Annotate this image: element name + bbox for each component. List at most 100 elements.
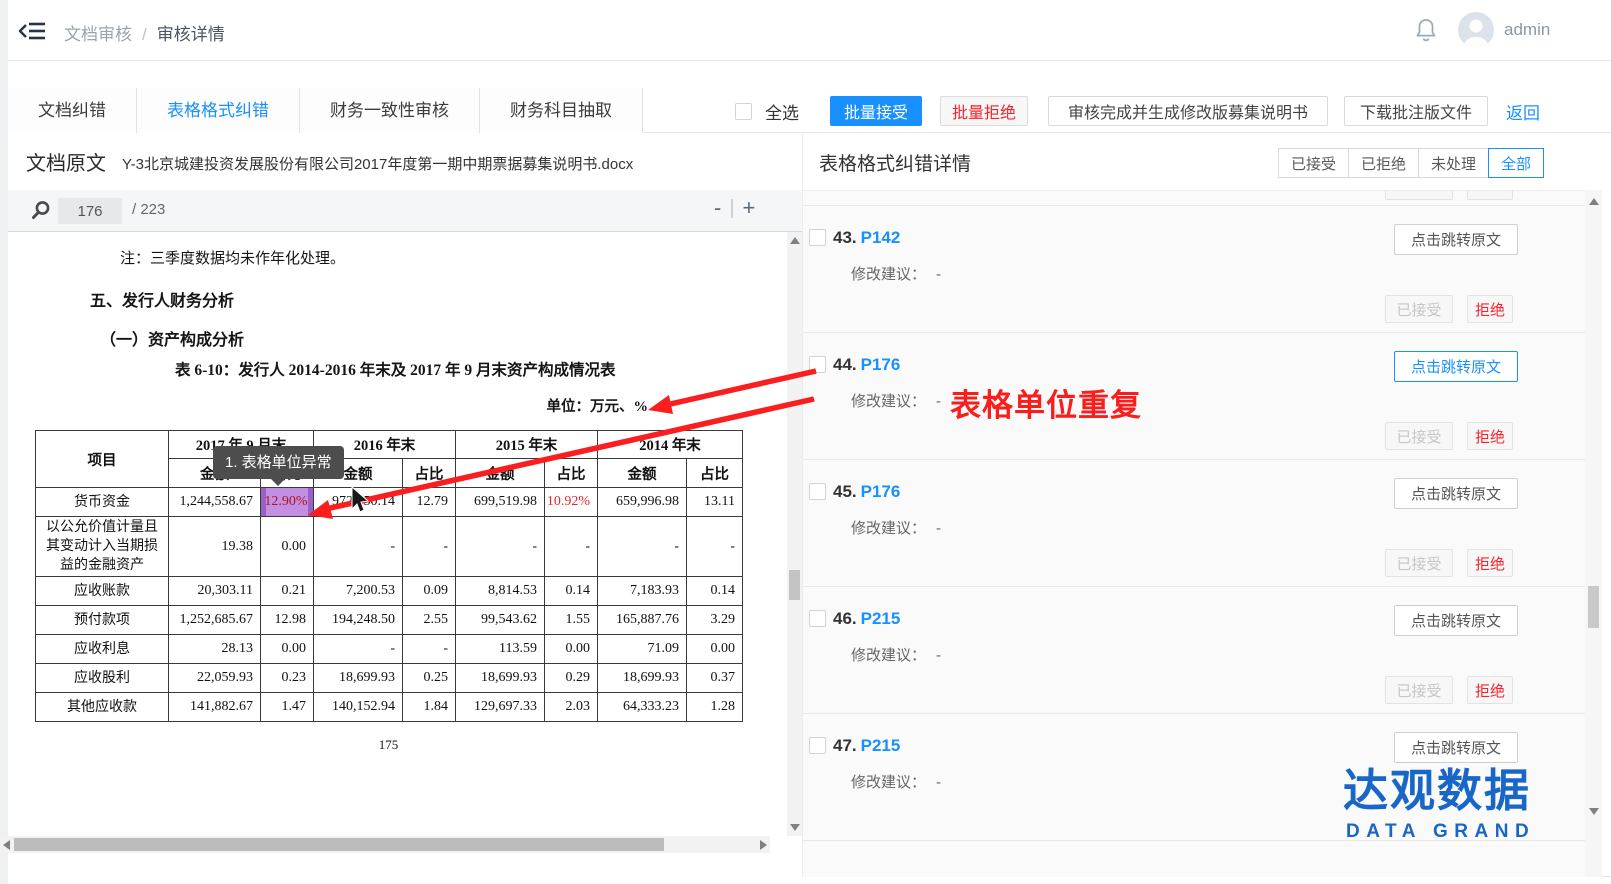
suggestion-value: -	[936, 647, 941, 664]
table-cell: 99,543.62	[456, 606, 545, 635]
breadcrumb-separator: /	[142, 25, 147, 44]
jump-to-source-button[interactable]: 点击跳转原文	[1394, 224, 1518, 255]
issue-index: 45.	[833, 482, 857, 501]
table-cell: -	[545, 517, 598, 577]
toolbar: 文档纠错 表格格式纠错 财务一致性审核 财务科目抽取 全选 批量接受 批量拒绝 …	[8, 88, 1611, 133]
magnifier-icon[interactable]	[30, 199, 52, 221]
clipped-item-buttons	[803, 191, 1585, 206]
issue-page: P176	[861, 355, 901, 374]
finish-review-button[interactable]: 审核完成并生成修改版募集说明书	[1048, 96, 1328, 126]
table-cell: 113.59	[456, 635, 545, 664]
filter-button[interactable]: 未处理	[1418, 148, 1489, 178]
reject-button[interactable]: 拒绝	[1467, 676, 1513, 704]
accept-button[interactable]: 已接受	[1385, 676, 1453, 704]
scrollbar-thumb[interactable]	[1588, 586, 1599, 628]
issue-checkbox[interactable]	[809, 610, 826, 627]
zoom-out-button[interactable]: -	[706, 195, 729, 221]
detail-vertical-scrollbar[interactable]	[1585, 190, 1602, 877]
reject-button[interactable]: 拒绝	[1467, 549, 1513, 577]
scroll-up-arrow[interactable]	[1589, 198, 1599, 205]
breadcrumb-root[interactable]: 文档审核	[64, 25, 132, 44]
table-cell: 165,887.76	[598, 606, 687, 635]
download-annotated-button[interactable]: 下载批注版文件	[1344, 96, 1488, 126]
year-group-header: 2014 年末	[598, 431, 743, 459]
jump-to-source-button[interactable]: 点击跳转原文	[1394, 478, 1518, 509]
batch-reject-button[interactable]: 批量拒绝	[940, 96, 1028, 126]
accept-button[interactable]: 已接受	[1385, 422, 1453, 450]
scrollbar-thumb[interactable]	[14, 838, 664, 851]
table-cell: 2.03	[545, 693, 598, 722]
suggestion-label: 修改建议：	[851, 774, 926, 791]
table-cell: 0.23	[261, 664, 314, 693]
reject-button[interactable]: 拒绝	[1467, 295, 1513, 323]
doc-table-row: 以公允价值计量且其变动计入当期损益的金融资产 19.38 0.00 - - - …	[36, 517, 743, 577]
suggestion-label: 修改建议：	[851, 647, 926, 664]
back-link[interactable]: 返回	[1506, 99, 1540, 124]
suggestion-line: 修改建议：-	[851, 771, 941, 792]
scroll-right-arrow[interactable]	[760, 840, 767, 850]
scroll-down-arrow[interactable]	[790, 824, 800, 831]
suggestion-line: 修改建议：-	[851, 517, 941, 538]
zoom-in-button[interactable]: +	[735, 195, 764, 221]
issue-number: 43.P142	[833, 228, 900, 248]
scroll-down-arrow[interactable]	[1589, 808, 1599, 815]
menu-fold-icon[interactable]	[18, 19, 46, 43]
tab[interactable]: 文档纠错	[8, 88, 137, 133]
doc-panel-title: 文档原文	[26, 147, 106, 176]
left-gutter	[0, 0, 8, 884]
table-cell: 659,996.98	[598, 488, 687, 517]
issue-checkbox[interactable]	[809, 229, 826, 246]
subheader-cell: 占比	[687, 459, 743, 488]
doc-table-row: 预付款项 1,252,685.67 12.98 194,248.50 2.55 …	[36, 606, 743, 635]
table-cell: 0.29	[545, 664, 598, 693]
issue-item: 43.P142 点击跳转原文 修改建议：- 已接受 拒绝	[803, 206, 1585, 333]
suggestion-value: -	[936, 393, 941, 410]
doc-vertical-scrollbar[interactable]	[787, 232, 802, 836]
issue-item: 45.P176 点击跳转原文 修改建议：- 已接受 拒绝	[803, 460, 1585, 587]
reject-button[interactable]: 拒绝	[1467, 422, 1513, 450]
page-input[interactable]	[58, 198, 122, 224]
doc-table-row: 应收账款 20,303.11 0.21 7,200.53 0.09 8,814.…	[36, 577, 743, 606]
issue-item: 44.P176 点击跳转原文 修改建议：- 已接受 拒绝	[803, 333, 1585, 460]
table-cell: 12.90%	[261, 488, 314, 517]
jump-to-source-button[interactable]: 点击跳转原文	[1394, 605, 1518, 636]
zoom-controls: - | +	[706, 195, 763, 221]
table-cell: 194,248.50	[314, 606, 403, 635]
table-cell: 12.98	[261, 606, 314, 635]
table-cell: 8,814.53	[456, 577, 545, 606]
select-all-checkbox[interactable]	[735, 103, 752, 120]
tab[interactable]: 表格格式纠错	[137, 88, 300, 133]
issue-checkbox[interactable]	[809, 737, 826, 754]
filter-button[interactable]: 全部	[1488, 148, 1544, 178]
issue-checkbox[interactable]	[809, 356, 826, 373]
breadcrumb: 文档审核/审核详情	[64, 20, 225, 45]
table-cell: 0.37	[687, 664, 743, 693]
doc-horizontal-scrollbar[interactable]	[0, 836, 770, 853]
username[interactable]: admin	[1504, 20, 1550, 40]
scroll-up-arrow[interactable]	[790, 237, 800, 244]
scroll-left-arrow[interactable]	[3, 840, 10, 850]
tab[interactable]: 财务科目抽取	[480, 88, 643, 133]
filter-button[interactable]: 已接受	[1278, 148, 1349, 178]
doc-heading-2: （一）资产构成分析	[100, 326, 244, 350]
table-cell: -	[456, 517, 545, 577]
jump-to-source-button[interactable]: 点击跳转原文	[1394, 732, 1518, 763]
avatar[interactable]	[1458, 12, 1494, 48]
table-cell: -	[403, 635, 456, 664]
table-cell: 129,697.33	[456, 693, 545, 722]
issue-index: 43.	[833, 228, 857, 247]
issue-checkbox[interactable]	[809, 483, 826, 500]
accept-button[interactable]: 已接受	[1385, 549, 1453, 577]
clipped-accept-button[interactable]	[1385, 191, 1453, 200]
document-viewport: 注：三季度数据均未作年化处理。 五、发行人财务分析 （一）资产构成分析 表 6-…	[8, 232, 787, 836]
accept-button[interactable]: 已接受	[1385, 295, 1453, 323]
table-cell: 71.09	[598, 635, 687, 664]
scrollbar-thumb[interactable]	[789, 570, 800, 600]
clipped-reject-button[interactable]	[1467, 191, 1513, 200]
bell-icon[interactable]	[1413, 17, 1439, 45]
batch-accept-button[interactable]: 批量接受	[830, 96, 922, 126]
table-cell: 3.29	[687, 606, 743, 635]
filter-button[interactable]: 已拒绝	[1348, 148, 1419, 178]
jump-to-source-button[interactable]: 点击跳转原文	[1394, 351, 1518, 382]
tab[interactable]: 财务一致性审核	[300, 88, 480, 133]
